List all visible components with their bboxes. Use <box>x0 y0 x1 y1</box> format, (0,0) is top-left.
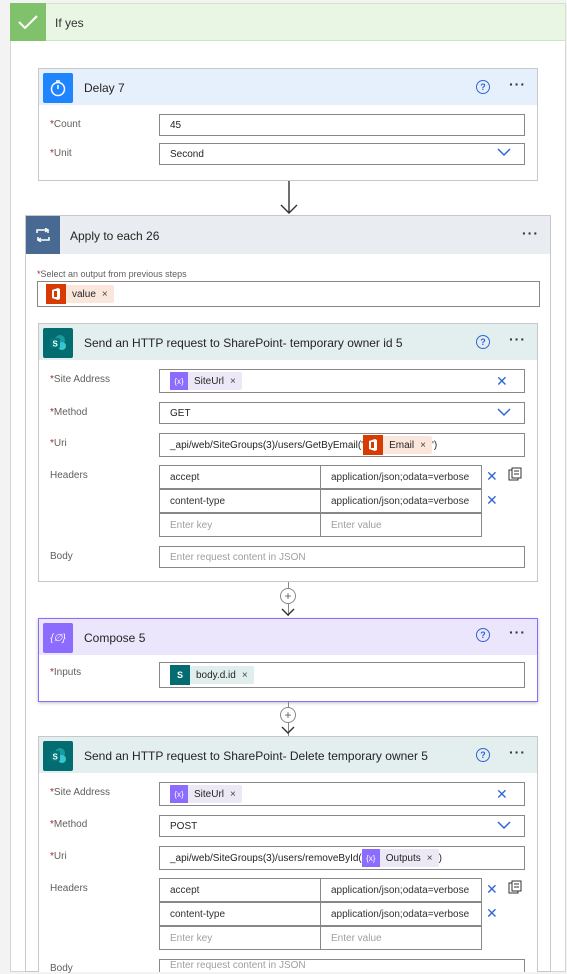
add-step-icon[interactable]: + <box>280 707 296 723</box>
unit-label: *Unit <box>50 148 72 159</box>
more-options-icon[interactable]: ··· <box>522 225 539 241</box>
header-value-1[interactable]: application/json;odata=verbose <box>320 465 482 489</box>
header-value-1[interactable]: application/json;odata=verbose <box>320 878 482 902</box>
if-yes-title: If yes <box>55 16 84 30</box>
clear-icon[interactable]: ✕ <box>496 786 508 803</box>
if-yes-header[interactable] <box>10 3 566 41</box>
delay-title: Delay 7 <box>84 81 125 95</box>
body-d-id-token[interactable]: S body.d.id × <box>170 665 254 685</box>
expression-icon: {x} <box>170 785 188 803</box>
chevron-down-icon[interactable] <box>497 821 511 833</box>
more-options-icon[interactable]: ··· <box>509 76 526 92</box>
help-icon[interactable]: ? <box>476 628 490 642</box>
count-label: *Count <box>50 119 81 130</box>
method-select[interactable]: GET <box>159 402 525 424</box>
header-key-2[interactable]: content-type <box>159 489 321 513</box>
body-label: Body <box>50 551 73 562</box>
compose-title: Compose 5 <box>84 631 146 645</box>
loop-icon <box>26 216 60 254</box>
svg-text:S: S <box>53 753 59 762</box>
email-token[interactable]: Email × <box>363 435 432 455</box>
uri-label: *Uri <box>50 438 67 449</box>
siteurl-token[interactable]: {x} SiteUrl × <box>170 372 242 390</box>
office-icon <box>46 284 66 304</box>
body-label: Body <box>50 963 73 974</box>
uri-field[interactable]: _api/web/SiteGroups(3)/users/removeById(… <box>159 846 525 870</box>
help-icon[interactable]: ? <box>476 335 490 349</box>
select-output-field[interactable]: value × <box>37 281 540 307</box>
sharepoint-icon: S <box>43 328 73 358</box>
headers-label: Headers <box>50 883 88 894</box>
header-value-2[interactable]: application/json;odata=verbose <box>320 489 482 513</box>
chevron-down-icon[interactable] <box>497 408 511 420</box>
expression-icon: {∅} <box>43 623 73 653</box>
header-value-new[interactable]: Enter value <box>320 513 482 537</box>
header-key-1[interactable]: accept <box>159 878 321 902</box>
body-field[interactable]: Enter request content in JSON <box>159 959 525 972</box>
headers-label: Headers <box>50 470 88 481</box>
chevron-down-icon[interactable] <box>497 148 511 160</box>
expression-icon: {x} <box>170 372 188 390</box>
http-request-2-title: Send an HTTP request to SharePoint- Dele… <box>84 749 428 763</box>
site-address-field[interactable]: {x} SiteUrl × <box>159 369 525 393</box>
svg-text:S: S <box>53 340 59 349</box>
stopwatch-icon <box>43 73 73 103</box>
header-value-new[interactable]: Enter value <box>320 926 482 950</box>
header-key-new[interactable]: Enter key <box>159 513 321 537</box>
site-address-label: *Site Address <box>50 787 111 798</box>
office-icon <box>363 435 384 455</box>
siteurl-token[interactable]: {x} SiteUrl × <box>170 785 242 803</box>
value-token[interactable]: value × <box>46 284 114 304</box>
header-key-new[interactable]: Enter key <box>159 926 321 950</box>
method-label: *Method <box>50 819 88 830</box>
count-field[interactable]: 45 <box>159 114 525 136</box>
more-options-icon[interactable]: ··· <box>509 744 526 760</box>
more-options-icon[interactable]: ··· <box>509 331 526 347</box>
apply-to-each-title: Apply to each 26 <box>70 229 160 243</box>
help-icon[interactable]: ? <box>476 80 490 94</box>
method-select[interactable]: POST <box>159 815 525 837</box>
uri-label: *Uri <box>50 851 67 862</box>
add-step-icon[interactable]: + <box>280 588 296 604</box>
uri-field[interactable]: _api/web/SiteGroups(3)/users/GetByEmail(… <box>159 433 525 457</box>
inputs-field[interactable]: S body.d.id × <box>159 662 525 688</box>
text-mode-icon[interactable] <box>508 467 522 484</box>
help-icon[interactable]: ? <box>476 748 490 762</box>
select-output-label: *Select an output from previous steps <box>37 269 187 279</box>
expression-icon: {x} <box>361 849 380 867</box>
body-field[interactable]: Enter request content in JSON <box>159 546 525 568</box>
text-mode-icon[interactable] <box>508 880 522 897</box>
arrow-down-icon <box>279 181 299 218</box>
clear-icon[interactable]: ✕ <box>496 373 508 390</box>
header-key-2[interactable]: content-type <box>159 902 321 926</box>
remove-header-icon[interactable]: ✕ <box>486 492 498 509</box>
more-options-icon[interactable]: ··· <box>509 624 526 640</box>
site-address-label: *Site Address <box>50 374 111 385</box>
header-value-2[interactable]: application/json;odata=verbose <box>320 902 482 926</box>
unit-select[interactable]: Second <box>159 143 525 165</box>
checkmark-icon <box>10 3 46 41</box>
remove-header-icon[interactable]: ✕ <box>486 905 498 922</box>
sharepoint-icon: S <box>43 741 73 771</box>
outputs-token[interactable]: {x} Outputs × <box>361 849 439 867</box>
sharepoint-icon: S <box>170 665 190 685</box>
site-address-field[interactable]: {x} SiteUrl × <box>159 782 525 806</box>
remove-header-icon[interactable]: ✕ <box>486 468 498 485</box>
inputs-label: *Inputs <box>50 667 82 678</box>
remove-header-icon[interactable]: ✕ <box>486 881 498 898</box>
header-key-1[interactable]: accept <box>159 465 321 489</box>
http-request-1-title: Send an HTTP request to SharePoint- temp… <box>84 336 403 350</box>
method-label: *Method <box>50 407 88 418</box>
